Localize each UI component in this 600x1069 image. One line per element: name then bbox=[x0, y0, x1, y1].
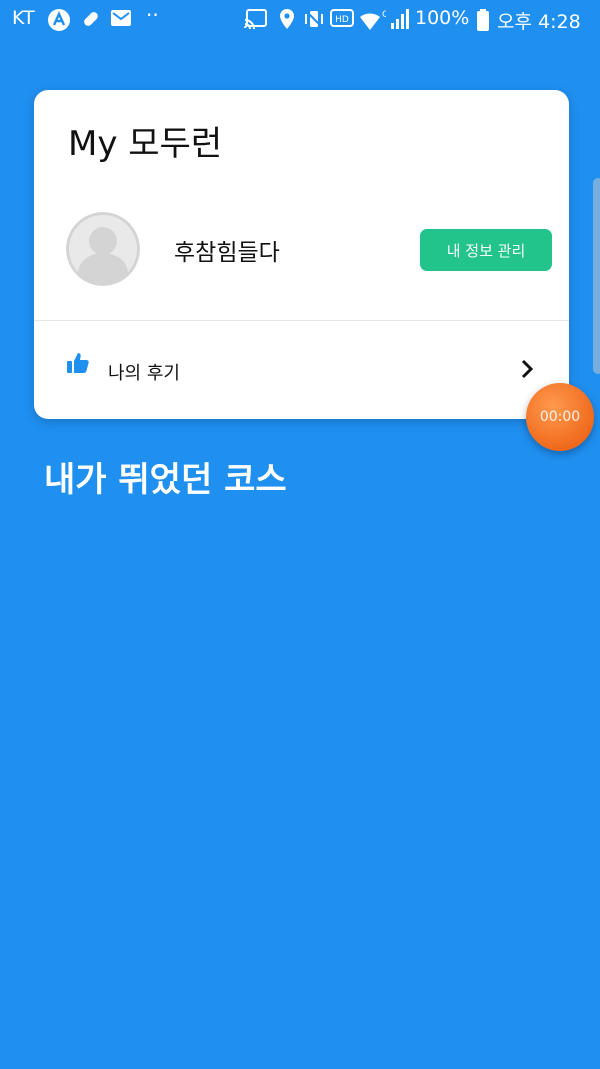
more-dots-icon: ·· bbox=[146, 3, 159, 27]
side-drawer-handle[interactable] bbox=[593, 178, 600, 374]
location-icon bbox=[278, 8, 296, 30]
user-placeholder-icon bbox=[66, 212, 140, 286]
svg-text:G: G bbox=[382, 10, 386, 20]
svg-text:HD: HD bbox=[335, 15, 349, 25]
pill-icon bbox=[80, 8, 102, 30]
signal-icon bbox=[390, 8, 410, 30]
my-card: My 모두런 후참힘들다 내 정보 관리 나의 후기 bbox=[34, 90, 569, 419]
status-bar: KT ·· HD G 100% 오후 4:28 bbox=[0, 0, 600, 40]
username: 후참힘들다 bbox=[174, 240, 280, 266]
battery-percent: 100% bbox=[415, 7, 470, 29]
vibrate-mute-icon bbox=[302, 8, 326, 30]
battery-icon bbox=[476, 8, 490, 32]
my-reviews-label: 나의 후기 bbox=[108, 363, 180, 384]
clock: 오후 4:28 bbox=[497, 11, 581, 33]
my-reviews-row[interactable]: 나의 후기 bbox=[34, 321, 569, 419]
thumbs-up-icon bbox=[66, 351, 90, 379]
manage-profile-button[interactable]: 내 정보 관리 bbox=[420, 229, 552, 271]
mail-icon bbox=[110, 8, 132, 28]
hd-icon: HD bbox=[330, 8, 354, 28]
a-app-icon bbox=[47, 8, 71, 32]
page-title: My 모두런 bbox=[68, 124, 223, 164]
my-courses-title: 내가 뛰었던 코스 bbox=[44, 460, 287, 500]
wifi-icon: G bbox=[358, 8, 386, 32]
avatar bbox=[66, 212, 140, 286]
carrier-label: KT bbox=[12, 7, 35, 29]
running-timer-button[interactable]: 00:00 bbox=[526, 383, 594, 451]
chevron-right-icon bbox=[520, 359, 534, 383]
cast-icon bbox=[244, 8, 268, 30]
